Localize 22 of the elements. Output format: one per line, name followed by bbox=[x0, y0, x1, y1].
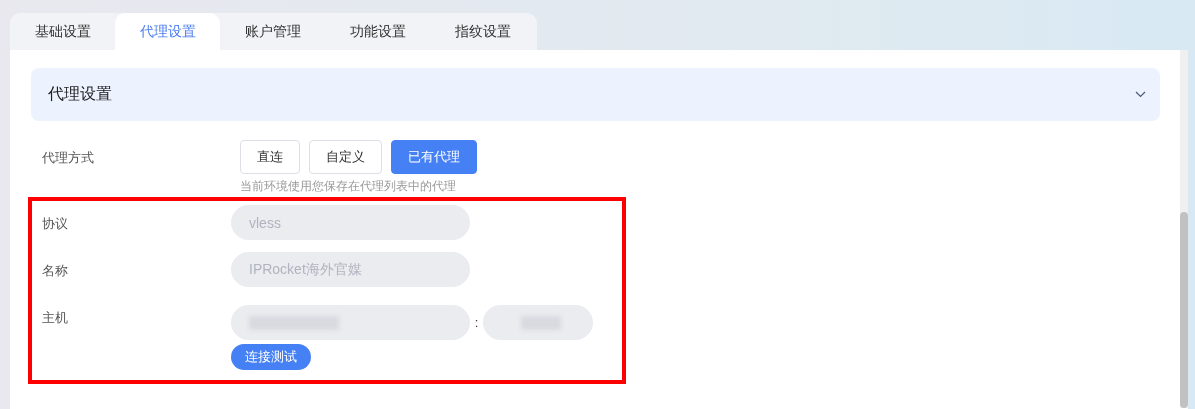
host-input-field[interactable] bbox=[231, 305, 470, 340]
separator-text: : bbox=[473, 315, 480, 330]
tab[interactable]: 指纹设置 bbox=[430, 13, 535, 50]
chevron-icon bbox=[1135, 91, 1146, 98]
proxy-mode-button[interactable]: 已有代理 bbox=[391, 140, 477, 174]
section-title: 代理设置 bbox=[48, 84, 112, 104]
section-header[interactable]: 代理设置 bbox=[31, 68, 1160, 121]
hint-text: 当前环境使用您保存在代理列表中的代理 bbox=[240, 178, 457, 195]
proxy-mode-button[interactable]: 自定义 bbox=[309, 140, 382, 174]
connection-test-button[interactable]: 连接测试 bbox=[231, 344, 311, 370]
tab[interactable]: 功能设置 bbox=[325, 13, 430, 50]
port-input-field[interactable] bbox=[483, 305, 593, 340]
tab[interactable]: 基础设置 bbox=[10, 13, 115, 50]
scrollbar[interactable] bbox=[1180, 50, 1188, 408]
field-label: 主机 bbox=[41, 309, 69, 327]
field-label: 协议 bbox=[41, 215, 69, 233]
field-label: 名称 bbox=[41, 262, 69, 280]
proxy-mode-button[interactable]: 直连 bbox=[240, 140, 300, 174]
tab[interactable]: 代理设置 bbox=[115, 13, 220, 50]
tab[interactable]: 账户管理 bbox=[220, 13, 325, 50]
field-label: 代理方式 bbox=[41, 149, 95, 167]
scrollbar-thumb[interactable] bbox=[1180, 212, 1188, 408]
